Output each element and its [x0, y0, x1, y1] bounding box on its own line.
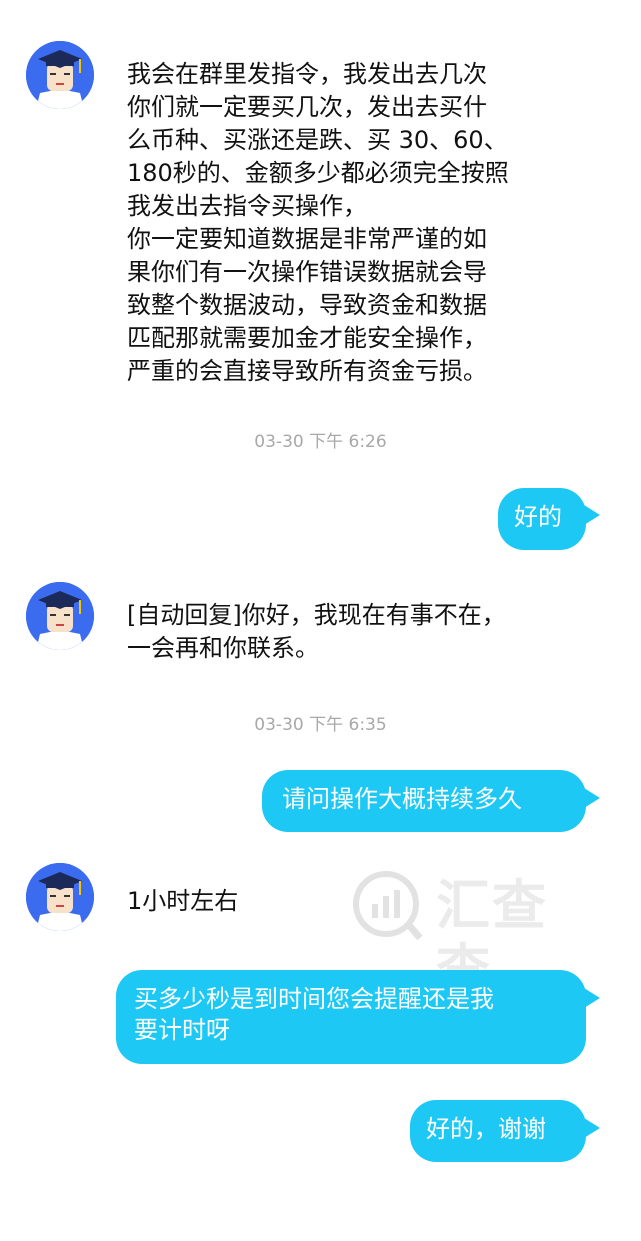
bar-chart-circle-icon — [353, 871, 423, 941]
bubble-tail — [584, 1118, 600, 1138]
bubble-tail — [584, 988, 600, 1008]
avatar[interactable] — [26, 41, 94, 109]
incoming-message: [自动回复]你好，我现在有事不在， 一会再和你联系。 — [127, 601, 506, 662]
incoming-message: 我会在群里发指令，我发出去几次 你们就一定要买几次，发出去买什 么币种、买涨还是… — [127, 60, 509, 385]
timestamp: 03-30 下午 6:35 — [254, 715, 387, 735]
avatar-graduate-icon — [26, 863, 94, 931]
avatar[interactable] — [26, 863, 94, 931]
outgoing-message[interactable]: 好的，谢谢 — [410, 1100, 586, 1162]
bubble-tail — [584, 788, 600, 808]
outgoing-message[interactable]: 买多少秒是到时间您会提醒还是我 要计时呀 — [116, 970, 586, 1064]
bubble-tail — [584, 505, 600, 525]
incoming-message: 1小时左右 — [127, 887, 239, 915]
avatar-graduate-icon — [26, 41, 94, 109]
avatar[interactable] — [26, 582, 94, 650]
outgoing-message[interactable]: 好的 — [498, 488, 586, 550]
timestamp: 03-30 下午 6:26 — [254, 432, 387, 452]
watermark: 汇查查 — [350, 866, 600, 1001]
avatar-graduate-icon — [26, 582, 94, 650]
outgoing-message[interactable]: 请问操作大概持续多久 — [262, 770, 586, 832]
